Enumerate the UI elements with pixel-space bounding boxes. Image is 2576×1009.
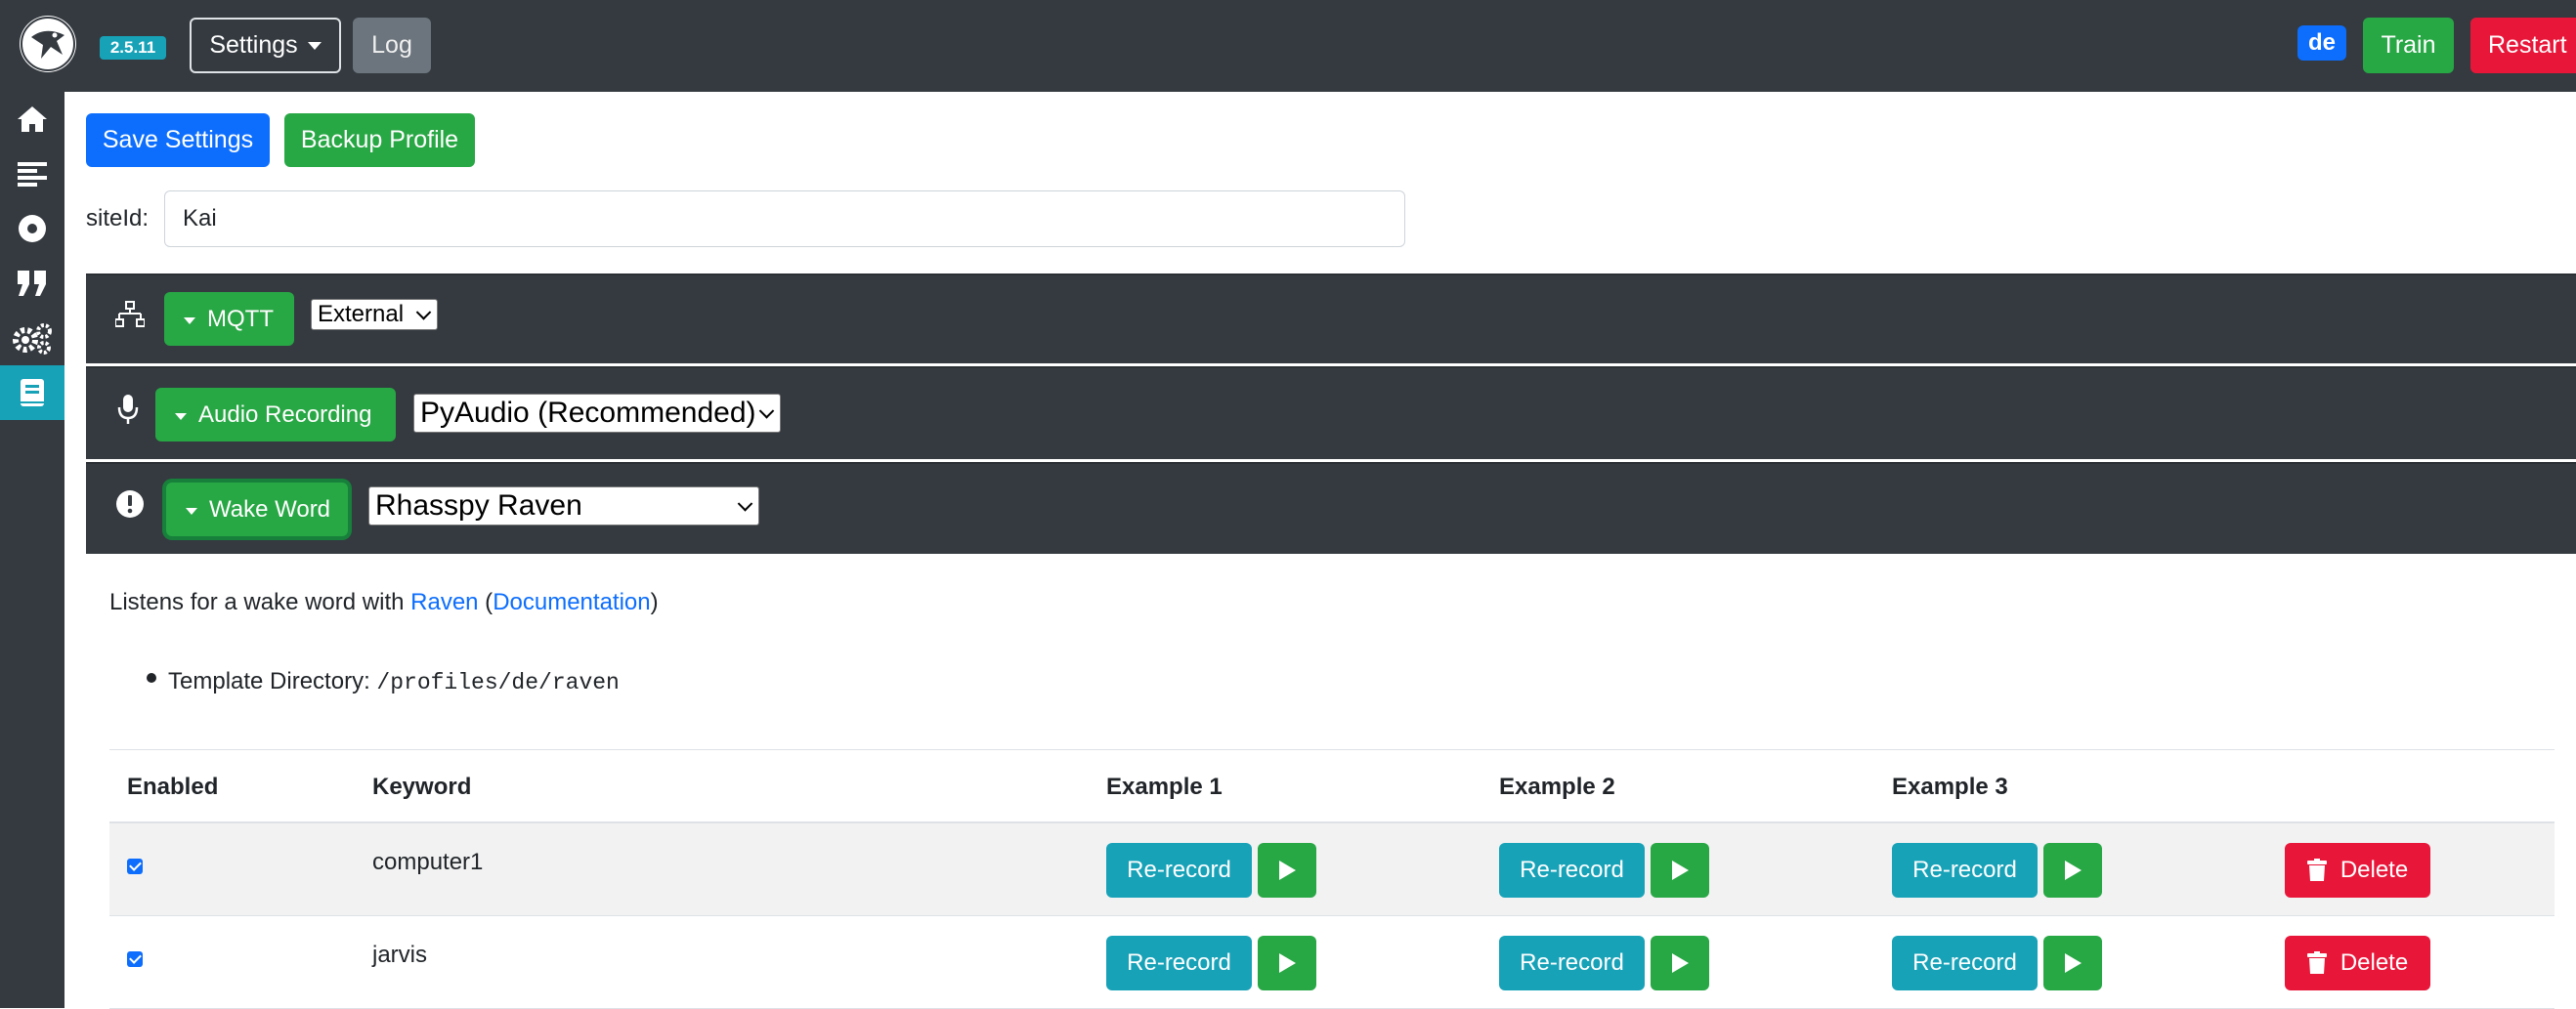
caret-down-icon xyxy=(175,413,187,420)
rerecord-example-1-button[interactable]: Re-record xyxy=(1106,936,1252,990)
play-icon xyxy=(2065,953,2082,973)
sidebar-item-words[interactable] xyxy=(0,256,64,311)
audio-recording-label: Audio Recording xyxy=(198,400,372,428)
raven-link[interactable]: Raven xyxy=(410,589,478,615)
align-left-icon xyxy=(18,162,47,187)
microphone-icon xyxy=(117,394,139,425)
language-badge: de xyxy=(2297,25,2346,61)
play-example-3-button[interactable] xyxy=(2043,843,2102,898)
play-icon xyxy=(1672,861,1689,880)
sidebar-item-sentences[interactable] xyxy=(0,147,64,201)
template-directory-path: /profiles/de/raven xyxy=(376,670,620,695)
play-icon xyxy=(1279,953,1296,973)
audio-recording-select[interactable]: PyAudio (Recommended) xyxy=(413,394,781,433)
cogs-icon xyxy=(13,323,52,355)
rhasspy-logo[interactable] xyxy=(20,16,76,72)
keyword-text: computer1 xyxy=(372,849,484,875)
wake-word-label: Wake Word xyxy=(209,495,331,523)
rerecord-example-3-button[interactable]: Re-record xyxy=(1892,843,2038,898)
wake-word-section: Wake Word Rhasspy Raven xyxy=(86,462,2576,554)
delete-label: Delete xyxy=(2340,949,2409,976)
documentation-link[interactable]: Documentation xyxy=(493,589,650,615)
delete-keyword-button[interactable]: Delete xyxy=(2285,936,2430,990)
keyword-text: jarvis xyxy=(372,942,428,968)
mqtt-select[interactable]: External xyxy=(311,299,438,330)
train-button[interactable]: Train xyxy=(2363,18,2454,73)
header-example-3: Example 3 xyxy=(1892,774,2008,800)
play-icon xyxy=(1672,953,1689,973)
quote-icon xyxy=(18,271,46,296)
header-keyword: Keyword xyxy=(372,774,472,800)
save-settings-button[interactable]: Save Settings xyxy=(86,113,270,167)
trash-icon xyxy=(2306,859,2327,881)
sidebar-item-home[interactable] xyxy=(0,92,64,147)
wake-word-toggle-button[interactable]: Wake Word xyxy=(166,483,348,536)
siteid-label: siteId: xyxy=(86,205,150,231)
chevron-down-icon xyxy=(758,403,775,419)
record-icon xyxy=(19,215,46,242)
table-row: jarvis Re-record Re-record Re-record Del… xyxy=(109,916,2555,1009)
table-header: Enabled Keyword Example 1 Example 2 Exam… xyxy=(109,749,2555,823)
chevron-down-icon xyxy=(415,305,432,320)
header-enabled: Enabled xyxy=(127,774,219,800)
chevron-down-icon xyxy=(307,41,322,50)
audio-recording-section: Audio Recording PyAudio (Recommended) xyxy=(86,366,2576,459)
delete-label: Delete xyxy=(2340,857,2409,883)
settings-label: Settings xyxy=(209,31,298,59)
table-row: computer1 Re-record Re-record Re-record … xyxy=(109,823,2555,916)
description-text: Listens for a wake word with xyxy=(109,589,411,615)
template-directory-label: Template Directory: xyxy=(168,668,377,694)
caret-down-icon xyxy=(184,317,195,324)
rerecord-example-2-button[interactable]: Re-record xyxy=(1499,843,1645,898)
sidebar-item-docs[interactable] xyxy=(0,365,64,420)
mqtt-toggle-button[interactable]: MQTT xyxy=(164,292,294,346)
wake-word-select[interactable]: Rhasspy Raven xyxy=(368,486,759,526)
rerecord-example-2-button[interactable]: Re-record xyxy=(1499,936,1645,990)
rerecord-example-3-button[interactable]: Re-record xyxy=(1892,936,2038,990)
siteid-input[interactable] xyxy=(164,190,1405,247)
exclamation-circle-icon xyxy=(115,489,145,519)
trash-icon xyxy=(2306,951,2327,974)
rerecord-example-1-button[interactable]: Re-record xyxy=(1106,843,1252,898)
wake-word-description: Listens for a wake word with Raven (Docu… xyxy=(109,589,659,616)
top-navbar: 2.5.11 Settings Log de Train Restart xyxy=(0,0,2576,92)
play-example-2-button[interactable] xyxy=(1651,936,1709,990)
caret-down-icon xyxy=(186,508,197,515)
audio-recording-toggle-button[interactable]: Audio Recording xyxy=(155,388,396,441)
wake-word-selected: Rhasspy Raven xyxy=(375,489,582,522)
mqtt-section: MQTT External xyxy=(86,273,2576,363)
paren-open: ( xyxy=(478,589,494,615)
audio-recording-selected: PyAudio (Recommended) xyxy=(420,397,756,429)
log-button[interactable]: Log xyxy=(353,18,431,73)
header-example-1: Example 1 xyxy=(1106,774,1223,800)
enabled-checkbox[interactable] xyxy=(127,859,143,874)
sidebar-item-settings[interactable] xyxy=(0,311,64,365)
network-icon xyxy=(115,301,145,328)
play-example-2-button[interactable] xyxy=(1651,843,1709,898)
book-icon xyxy=(21,379,44,406)
enabled-checkbox[interactable] xyxy=(127,951,143,967)
home-icon xyxy=(18,106,47,132)
settings-dropdown-button[interactable]: Settings xyxy=(190,18,341,73)
list-bullet xyxy=(147,673,156,683)
delete-keyword-button[interactable]: Delete xyxy=(2285,843,2430,898)
play-example-3-button[interactable] xyxy=(2043,936,2102,990)
sidebar-item-record[interactable] xyxy=(0,201,64,256)
chevron-down-icon xyxy=(737,496,753,512)
template-directory: Template Directory: /profiles/de/raven xyxy=(168,668,620,695)
play-example-1-button[interactable] xyxy=(1258,936,1316,990)
paren-close: ) xyxy=(650,589,659,615)
mqtt-selected: External xyxy=(318,301,405,327)
mqtt-label: MQTT xyxy=(207,305,274,332)
header-example-2: Example 2 xyxy=(1499,774,1615,800)
play-icon xyxy=(1279,861,1296,880)
backup-profile-button[interactable]: Backup Profile xyxy=(284,113,475,167)
play-icon xyxy=(2065,861,2082,880)
version-badge: 2.5.11 xyxy=(100,36,166,60)
play-example-1-button[interactable] xyxy=(1258,843,1316,898)
restart-button[interactable]: Restart xyxy=(2470,18,2576,73)
sidebar xyxy=(0,92,64,1008)
